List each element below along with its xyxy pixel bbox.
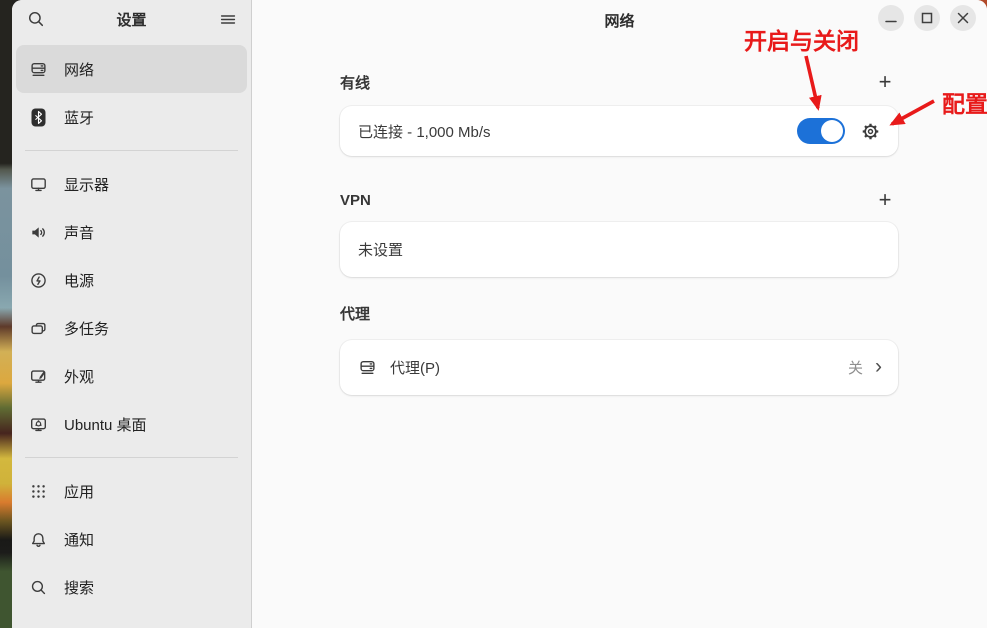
sidebar-item-power[interactable]: 电源	[16, 256, 247, 304]
sidebar-divider	[25, 150, 238, 151]
sidebar-item-label: 电源	[64, 270, 94, 291]
bluetooth-icon	[29, 108, 48, 127]
sidebar-item-label: 蓝牙	[64, 107, 94, 128]
vpn-section-header: VPN +	[340, 189, 898, 211]
sidebar-title: 设置	[47, 9, 216, 30]
sidebar-item-notifications[interactable]: 通知	[16, 515, 247, 563]
minimize-button[interactable]	[878, 5, 904, 31]
sidebar-item-appearance[interactable]: 外观	[16, 352, 247, 400]
ubuntu-desktop-icon	[29, 415, 48, 434]
search-icon	[27, 10, 45, 29]
wired-connection-row[interactable]: 已连接 - 1,000 Mb/s	[340, 106, 898, 156]
settings-window: 设置 网络	[12, 0, 987, 628]
maximize-icon	[914, 5, 940, 31]
sidebar-item-ubuntu-desktop[interactable]: Ubuntu 桌面	[16, 400, 247, 448]
proxy-row[interactable]: 代理(P) 关 ›	[340, 340, 898, 395]
power-icon	[29, 271, 48, 290]
sidebar-item-label: 多任务	[64, 318, 109, 339]
page-title: 网络	[252, 10, 987, 31]
apps-grid-icon	[29, 482, 48, 501]
sidebar-item-label: 网络	[64, 59, 94, 80]
magnifier-icon	[29, 578, 48, 597]
network-icon	[29, 60, 48, 79]
sidebar-nav: 网络 蓝牙 显示器	[12, 38, 251, 611]
wired-options-button[interactable]	[858, 119, 882, 143]
proxy-label: 代理(P)	[390, 357, 440, 378]
appearance-icon	[29, 367, 48, 386]
close-button[interactable]	[950, 5, 976, 31]
sidebar-item-apps[interactable]: 应用	[16, 467, 247, 515]
bell-icon	[29, 530, 48, 549]
add-wired-connection-button[interactable]: +	[872, 69, 898, 95]
proxy-section-title: 代理	[340, 303, 370, 324]
gear-icon	[860, 121, 881, 142]
sidebar-item-label: Ubuntu 桌面	[64, 414, 147, 435]
wired-section-title: 有线	[340, 72, 370, 93]
sidebar-headerbar: 设置	[12, 0, 251, 38]
display-icon	[29, 175, 48, 194]
sidebar-item-label: 声音	[64, 222, 94, 243]
sidebar-item-label: 应用	[64, 481, 94, 502]
wired-toggle-switch[interactable]	[797, 118, 845, 144]
speaker-icon	[29, 223, 48, 242]
add-vpn-button[interactable]: +	[872, 187, 898, 213]
sidebar-item-sound[interactable]: 声音	[16, 208, 247, 256]
sidebar-item-label: 外观	[64, 366, 94, 387]
sidebar-item-label: 搜索	[64, 577, 94, 598]
sidebar-item-network[interactable]: 网络	[16, 45, 247, 93]
vpn-status-label: 未设置	[358, 239, 403, 260]
main-panel: 网络 有线 + 已连接 - 1,000 Mb/s	[252, 0, 987, 628]
multitasking-icon	[29, 319, 48, 338]
sidebar-item-multitasking[interactable]: 多任务	[16, 304, 247, 352]
close-icon	[950, 5, 976, 31]
wired-connection-label: 已连接 - 1,000 Mb/s	[358, 121, 491, 142]
desktop-wallpaper-strip	[0, 0, 12, 628]
sidebar-item-search[interactable]: 搜索	[16, 563, 247, 611]
sidebar-divider	[25, 457, 238, 458]
toggle-knob	[821, 120, 843, 142]
sidebar-item-displays[interactable]: 显示器	[16, 160, 247, 208]
sidebar-item-bluetooth[interactable]: 蓝牙	[16, 93, 247, 141]
window-controls	[878, 5, 976, 31]
vpn-row: 未设置	[340, 222, 898, 277]
proxy-status-value: 关	[848, 357, 863, 378]
proxy-section-header: 代理	[340, 302, 898, 324]
search-button[interactable]	[25, 8, 47, 30]
sidebar-item-label: 显示器	[64, 174, 109, 195]
main-menu-button[interactable]	[216, 8, 238, 30]
sidebar: 设置 网络	[12, 0, 252, 628]
vpn-section-title: VPN	[340, 192, 371, 209]
proxy-network-icon	[358, 358, 377, 377]
chevron-right-icon: ›	[875, 356, 882, 377]
maximize-button[interactable]	[914, 5, 940, 31]
minimize-icon	[878, 5, 904, 31]
wired-section-header: 有线 +	[340, 71, 898, 93]
sidebar-item-label: 通知	[64, 529, 94, 550]
hamburger-menu-icon	[219, 10, 236, 29]
